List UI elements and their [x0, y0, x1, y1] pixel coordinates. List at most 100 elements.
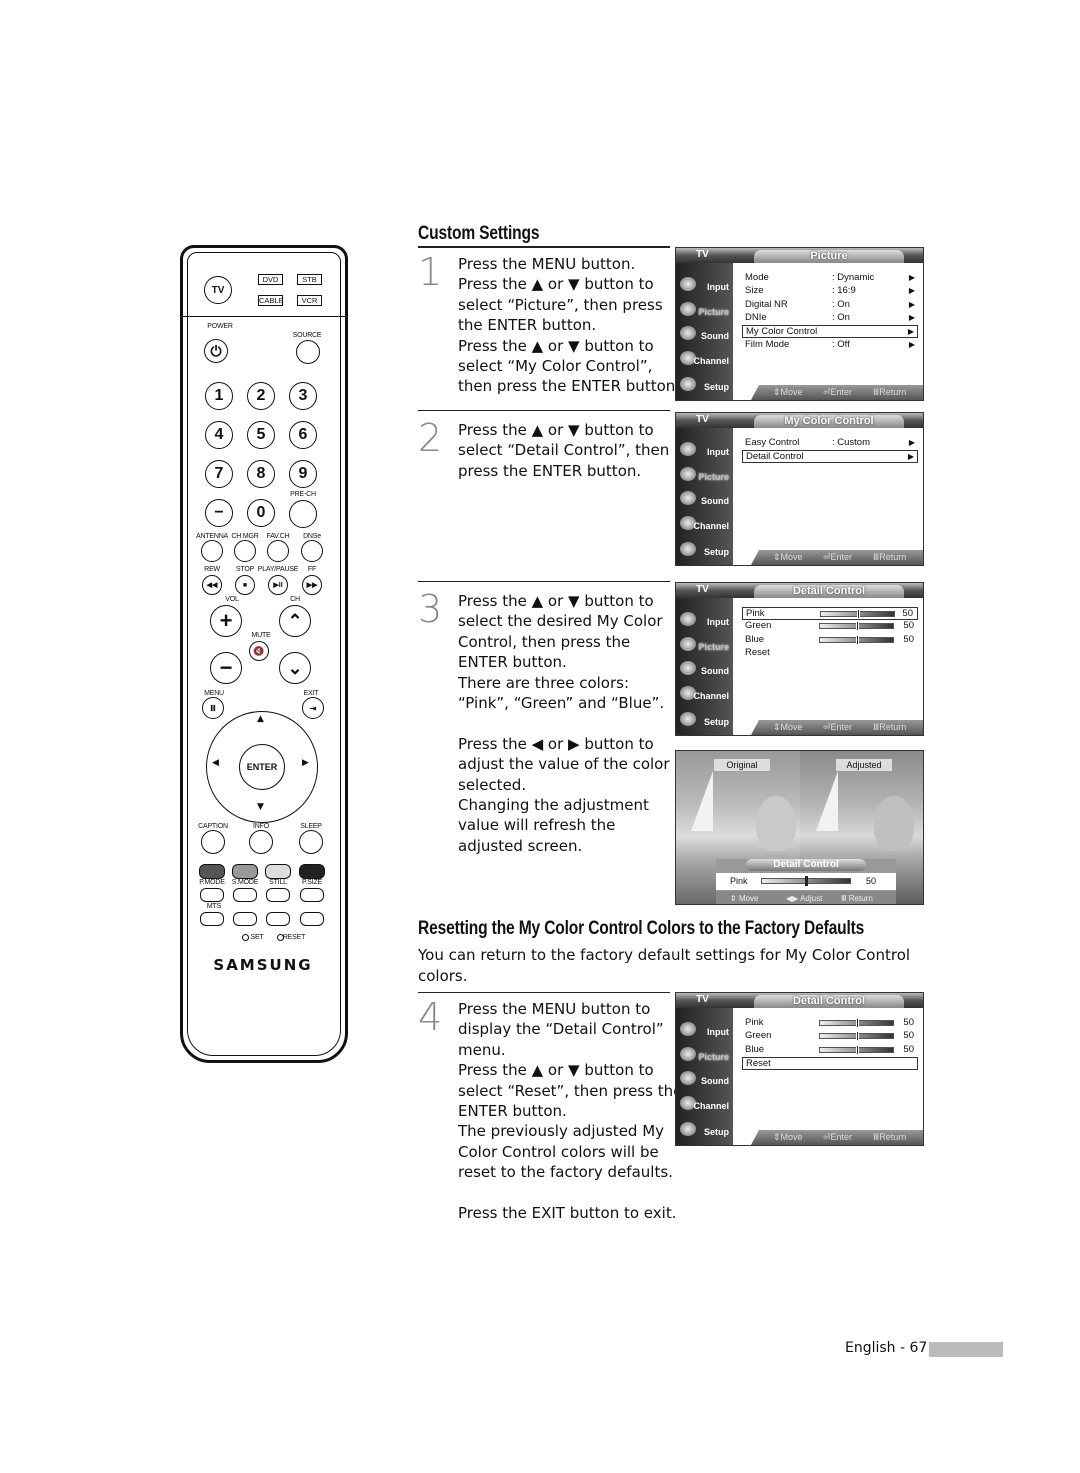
- vcr-button[interactable]: VCR: [297, 295, 322, 306]
- sidebar-item-channel[interactable]: Channel: [676, 1093, 733, 1117]
- sidebar-item-input[interactable]: Input: [676, 1019, 733, 1043]
- menu-row[interactable]: Pink 50: [742, 1017, 918, 1030]
- info-button[interactable]: [249, 830, 273, 854]
- source-button[interactable]: [296, 340, 320, 364]
- enter-button[interactable]: ENTER: [239, 744, 285, 790]
- mode-button[interactable]: [300, 888, 324, 902]
- osd-slider[interactable]: [761, 876, 851, 886]
- color-button[interactable]: [199, 864, 225, 879]
- menu-row[interactable]: Green 50: [742, 620, 918, 633]
- digit-button[interactable]: 9: [289, 460, 317, 488]
- slider-thumb[interactable]: [857, 609, 860, 619]
- digit-button[interactable]: 0: [247, 499, 275, 527]
- menu-row[interactable]: Green 50: [742, 1030, 918, 1043]
- function-button[interactable]: [234, 540, 256, 562]
- vol-down-button[interactable]: −: [210, 652, 242, 684]
- slider-thumb[interactable]: [856, 634, 859, 645]
- sidebar-item-sound[interactable]: Sound: [676, 323, 733, 347]
- sidebar-item-setup[interactable]: Setup: [676, 1119, 733, 1143]
- digit-button[interactable]: 8: [247, 460, 275, 488]
- menu-row[interactable]: Reset: [742, 647, 918, 660]
- sidebar-item-channel[interactable]: Channel: [676, 683, 733, 707]
- color-slider[interactable]: [819, 634, 894, 645]
- tv-button[interactable]: TV: [204, 276, 232, 304]
- sidebar-item-picture[interactable]: Picture: [676, 464, 733, 488]
- dvd-button[interactable]: DVD: [258, 274, 283, 285]
- caption-button[interactable]: [201, 830, 225, 854]
- cable-button[interactable]: CABLE: [258, 295, 284, 306]
- sidebar-item-picture[interactable]: Picture: [676, 299, 733, 323]
- pre-ch-button[interactable]: [289, 500, 317, 528]
- set-button[interactable]: [242, 934, 249, 941]
- menu-row[interactable]: Mode: Dynamic ▶: [742, 272, 918, 285]
- left-arrow-button[interactable]: ◀: [212, 758, 219, 768]
- color-button[interactable]: [299, 864, 325, 879]
- slider-thumb[interactable]: [856, 1044, 859, 1055]
- digit-button[interactable]: −: [205, 499, 233, 527]
- menu-row[interactable]: Blue 50: [742, 634, 918, 647]
- extra-button[interactable]: [300, 912, 324, 926]
- extra-button[interactable]: [200, 912, 224, 926]
- menu-row[interactable]: Film Mode: Off ▶: [742, 339, 918, 352]
- menu-row[interactable]: Pink 50: [742, 607, 918, 620]
- slider-thumb[interactable]: [856, 1031, 859, 1042]
- sidebar-item-sound[interactable]: Sound: [676, 1068, 733, 1092]
- color-slider[interactable]: [819, 621, 894, 632]
- ch-down-button[interactable]: ⌄: [279, 652, 311, 684]
- function-button[interactable]: [201, 540, 223, 562]
- sidebar-item-picture[interactable]: Picture: [676, 1044, 733, 1068]
- right-arrow-button[interactable]: ▶: [302, 758, 309, 768]
- function-button[interactable]: [267, 540, 289, 562]
- color-button[interactable]: [232, 864, 258, 879]
- color-slider[interactable]: [819, 1031, 894, 1042]
- transport-button[interactable]: ◀◀: [202, 575, 222, 595]
- down-arrow-button[interactable]: ▼: [257, 802, 264, 812]
- power-button[interactable]: ⏻: [204, 339, 228, 363]
- slider-thumb[interactable]: [856, 621, 859, 632]
- digit-button[interactable]: 1: [205, 382, 233, 410]
- stb-button[interactable]: STB: [297, 274, 322, 285]
- sidebar-item-channel[interactable]: Channel: [676, 348, 733, 372]
- menu-row[interactable]: Detail Control ▶: [742, 450, 918, 464]
- slider-thumb[interactable]: [856, 1018, 859, 1028]
- menu-row[interactable]: My Color Control ▶: [742, 325, 918, 339]
- menu-row[interactable]: Size: 16:9 ▶: [742, 285, 918, 298]
- digit-button[interactable]: 5: [247, 421, 275, 449]
- menu-row[interactable]: Blue 50: [742, 1044, 918, 1057]
- sidebar-item-picture[interactable]: Picture: [676, 634, 733, 658]
- digit-button[interactable]: 7: [205, 460, 233, 488]
- menu-row[interactable]: Reset: [742, 1056, 918, 1070]
- menu-row[interactable]: Digital NR: On ▶: [742, 299, 918, 312]
- sidebar-item-setup[interactable]: Setup: [676, 539, 733, 563]
- menu-button[interactable]: Ⅲ: [202, 697, 224, 719]
- color-slider[interactable]: [819, 1044, 894, 1055]
- mode-button[interactable]: [266, 888, 290, 902]
- mute-button[interactable]: 🔇: [249, 641, 269, 661]
- function-button[interactable]: [301, 540, 323, 562]
- vol-up-button[interactable]: +: [210, 605, 242, 637]
- menu-row[interactable]: Easy Control: Custom ▶: [742, 437, 918, 450]
- sidebar-item-input[interactable]: Input: [676, 439, 733, 463]
- sleep-button[interactable]: [299, 830, 323, 854]
- sidebar-item-setup[interactable]: Setup: [676, 709, 733, 733]
- exit-button[interactable]: ⇥: [302, 697, 324, 719]
- digit-button[interactable]: 4: [205, 421, 233, 449]
- sidebar-item-setup[interactable]: Setup: [676, 374, 733, 398]
- transport-button[interactable]: ▶II: [268, 575, 288, 595]
- color-slider[interactable]: [820, 609, 895, 619]
- extra-button[interactable]: [233, 912, 257, 926]
- sidebar-item-channel[interactable]: Channel: [676, 513, 733, 537]
- sidebar-item-input[interactable]: Input: [676, 609, 733, 633]
- digit-button[interactable]: 3: [289, 382, 317, 410]
- sidebar-item-sound[interactable]: Sound: [676, 658, 733, 682]
- color-slider[interactable]: [819, 1018, 894, 1028]
- color-button[interactable]: [265, 864, 291, 879]
- up-arrow-button[interactable]: ▲: [257, 714, 264, 724]
- digit-button[interactable]: 6: [289, 421, 317, 449]
- transport-button[interactable]: ■: [235, 575, 255, 595]
- sidebar-item-sound[interactable]: Sound: [676, 488, 733, 512]
- extra-button[interactable]: [266, 912, 290, 926]
- ch-up-button[interactable]: ⌃: [279, 605, 311, 637]
- mode-button[interactable]: [200, 888, 224, 902]
- osd-slider-thumb[interactable]: [805, 876, 808, 886]
